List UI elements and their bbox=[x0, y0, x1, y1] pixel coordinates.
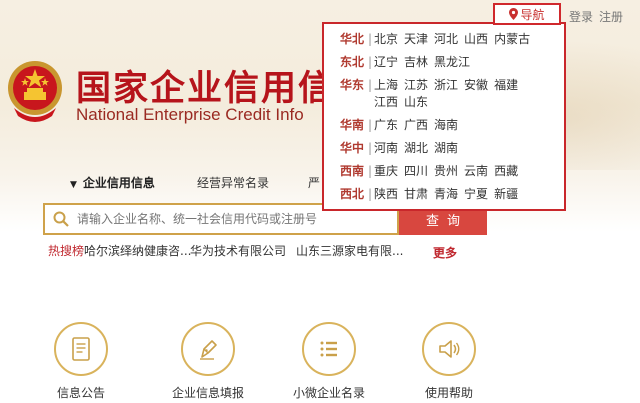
province-link[interactable]: 河北 bbox=[434, 31, 458, 48]
province-link[interactable]: 湖北 bbox=[404, 140, 428, 157]
region-name: 西南 bbox=[339, 164, 364, 178]
site-subtitle: National Enterprise Credit Info bbox=[76, 105, 304, 124]
service-label: 使用帮助 bbox=[424, 386, 473, 400]
region-separator: | bbox=[367, 141, 373, 155]
service-label: 企业信息填报 bbox=[171, 386, 244, 400]
search-input[interactable] bbox=[77, 212, 397, 226]
service-circle bbox=[422, 322, 476, 376]
region-name: 华中 bbox=[339, 141, 364, 155]
province-link[interactable]: 辽宁 bbox=[374, 54, 398, 71]
nav-tab-abnormal-list[interactable]: 经营异常名录 bbox=[197, 174, 269, 191]
province-link[interactable]: 河南 bbox=[374, 140, 398, 157]
province-link[interactable]: 福建 bbox=[494, 77, 518, 94]
service-circle bbox=[181, 322, 235, 376]
register-link[interactable]: 注册 bbox=[599, 8, 623, 25]
service-circle bbox=[54, 322, 108, 376]
region-cities: 陕西 甘肃 青海 宁夏 新疆 bbox=[374, 186, 554, 203]
region-name: 华北 bbox=[339, 32, 364, 46]
region-cities: 重庆 四川 贵州 云南 西藏 bbox=[374, 163, 554, 180]
province-link[interactable]: 新疆 bbox=[494, 186, 518, 203]
province-link[interactable]: 贵州 bbox=[434, 163, 458, 180]
hot-search-label: 热搜榜 bbox=[48, 244, 85, 258]
region-cities: 广东 广西 海南 bbox=[374, 117, 554, 134]
region-separator: | bbox=[367, 32, 373, 46]
region-cities: 河南 湖北 湖南 bbox=[374, 140, 554, 157]
region-name: 西北 bbox=[339, 187, 364, 201]
speaker-icon bbox=[439, 340, 460, 358]
nav-tab-serious[interactable]: 严 bbox=[308, 174, 320, 191]
nav-tab-credit-info-label: 企业信用信息 bbox=[82, 176, 155, 190]
region-separator: | bbox=[367, 118, 373, 132]
province-link[interactable]: 湖南 bbox=[434, 140, 458, 157]
region-separator: | bbox=[367, 164, 373, 178]
nav-dropdown-button[interactable]: 导航 bbox=[493, 3, 561, 25]
region-separator: | bbox=[367, 78, 373, 92]
province-link[interactable]: 北京 bbox=[374, 31, 398, 48]
hot-search-row: 热搜榜哈尔滨绎纳健康咨... bbox=[48, 242, 191, 259]
service-report[interactable]: 企业信息填报 bbox=[148, 322, 268, 401]
more-link[interactable]: 更多 bbox=[433, 244, 457, 261]
province-link[interactable]: 西藏 bbox=[494, 163, 518, 180]
region-dropdown: 华北 | 北京 天津 河北 山西 内蒙古 东北 | 辽宁 吉林 黑龙江 华东 | 上海 江苏 浙江 安徽 福建 江西山… bbox=[322, 22, 566, 211]
region-row: 华东 | 上海 江苏 浙江 安徽 福建江西 山东 bbox=[324, 77, 564, 111]
province-link[interactable]: 广东 bbox=[374, 117, 398, 134]
province-link[interactable]: 上海 bbox=[374, 77, 398, 94]
site-title: 国家企业信用信 bbox=[76, 69, 336, 109]
province-link[interactable]: 甘肃 bbox=[404, 186, 428, 203]
province-link[interactable]: 广西 bbox=[404, 117, 428, 134]
province-link[interactable]: 吉林 bbox=[404, 54, 428, 71]
pen-icon bbox=[200, 340, 217, 360]
region-row: 西北 | 陕西 甘肃 青海 宁夏 新疆 bbox=[324, 186, 564, 203]
hot-search-item[interactable]: 哈尔滨绎纳健康咨... bbox=[84, 244, 191, 258]
region-row: 华南 | 广东 广西 海南 bbox=[324, 117, 564, 134]
region-cities: 北京 天津 河北 山西 内蒙古 bbox=[374, 31, 554, 48]
service-notice[interactable]: 信息公告 bbox=[21, 322, 141, 401]
province-link[interactable]: 重庆 bbox=[374, 163, 398, 180]
province-link[interactable]: 云南 bbox=[464, 163, 488, 180]
region-separator: | bbox=[367, 55, 373, 69]
list-icon bbox=[320, 341, 337, 357]
province-link[interactable]: 四川 bbox=[404, 163, 428, 180]
service-label: 小微企业名录 bbox=[292, 386, 365, 400]
triangle-down-icon: ▼ bbox=[70, 180, 77, 190]
province-link[interactable]: 内蒙古 bbox=[494, 31, 530, 48]
nav-tab-credit-info[interactable]: ▼ 企业信用信息 bbox=[70, 174, 155, 191]
region-row: 东北 | 辽宁 吉林 黑龙江 bbox=[324, 54, 564, 71]
region-separator: | bbox=[367, 187, 373, 201]
hot-search-item[interactable]: 山东三源家电有限... bbox=[296, 242, 403, 259]
location-pin-icon bbox=[509, 8, 519, 20]
province-link[interactable]: 陕西 bbox=[374, 186, 398, 203]
province-link[interactable]: 安徽 bbox=[464, 77, 488, 94]
province-link[interactable]: 宁夏 bbox=[464, 186, 488, 203]
province-link[interactable]: 天津 bbox=[404, 31, 428, 48]
login-link[interactable]: 登录 bbox=[569, 8, 593, 25]
region-name: 华南 bbox=[339, 118, 364, 132]
province-link[interactable]: 黑龙江 bbox=[434, 54, 470, 71]
region-row: 华北 | 北京 天津 河北 山西 内蒙古 bbox=[324, 31, 564, 48]
region-row: 华中 | 河南 湖北 湖南 bbox=[324, 140, 564, 157]
service-label: 信息公告 bbox=[56, 386, 105, 400]
province-link[interactable]: 山西 bbox=[464, 31, 488, 48]
region-name: 东北 bbox=[339, 55, 364, 69]
region-cities: 上海 江苏 浙江 安徽 福建江西 山东 bbox=[374, 77, 554, 111]
service-circle bbox=[302, 322, 356, 376]
region-row: 西南 | 重庆 四川 贵州 云南 西藏 bbox=[324, 163, 564, 180]
province-link[interactable]: 海南 bbox=[434, 117, 458, 134]
region-cities: 辽宁 吉林 黑龙江 bbox=[374, 54, 554, 71]
national-emblem-icon bbox=[8, 61, 62, 122]
service-small-enterprise[interactable]: 小微企业名录 bbox=[269, 322, 389, 401]
province-link[interactable]: 浙江 bbox=[434, 77, 458, 94]
hot-search-item[interactable]: 华为技术有限公司 bbox=[190, 242, 286, 259]
province-link[interactable]: 青海 bbox=[434, 186, 458, 203]
province-link[interactable]: 江西 bbox=[374, 94, 398, 111]
nav-dropdown-label: 导航 bbox=[520, 7, 545, 22]
province-link[interactable]: 山东 bbox=[404, 94, 428, 111]
search-icon bbox=[53, 211, 69, 227]
region-name: 华东 bbox=[339, 78, 364, 92]
notice-icon bbox=[72, 337, 90, 361]
province-link[interactable]: 江苏 bbox=[404, 77, 428, 94]
service-help[interactable]: 使用帮助 bbox=[389, 322, 509, 401]
